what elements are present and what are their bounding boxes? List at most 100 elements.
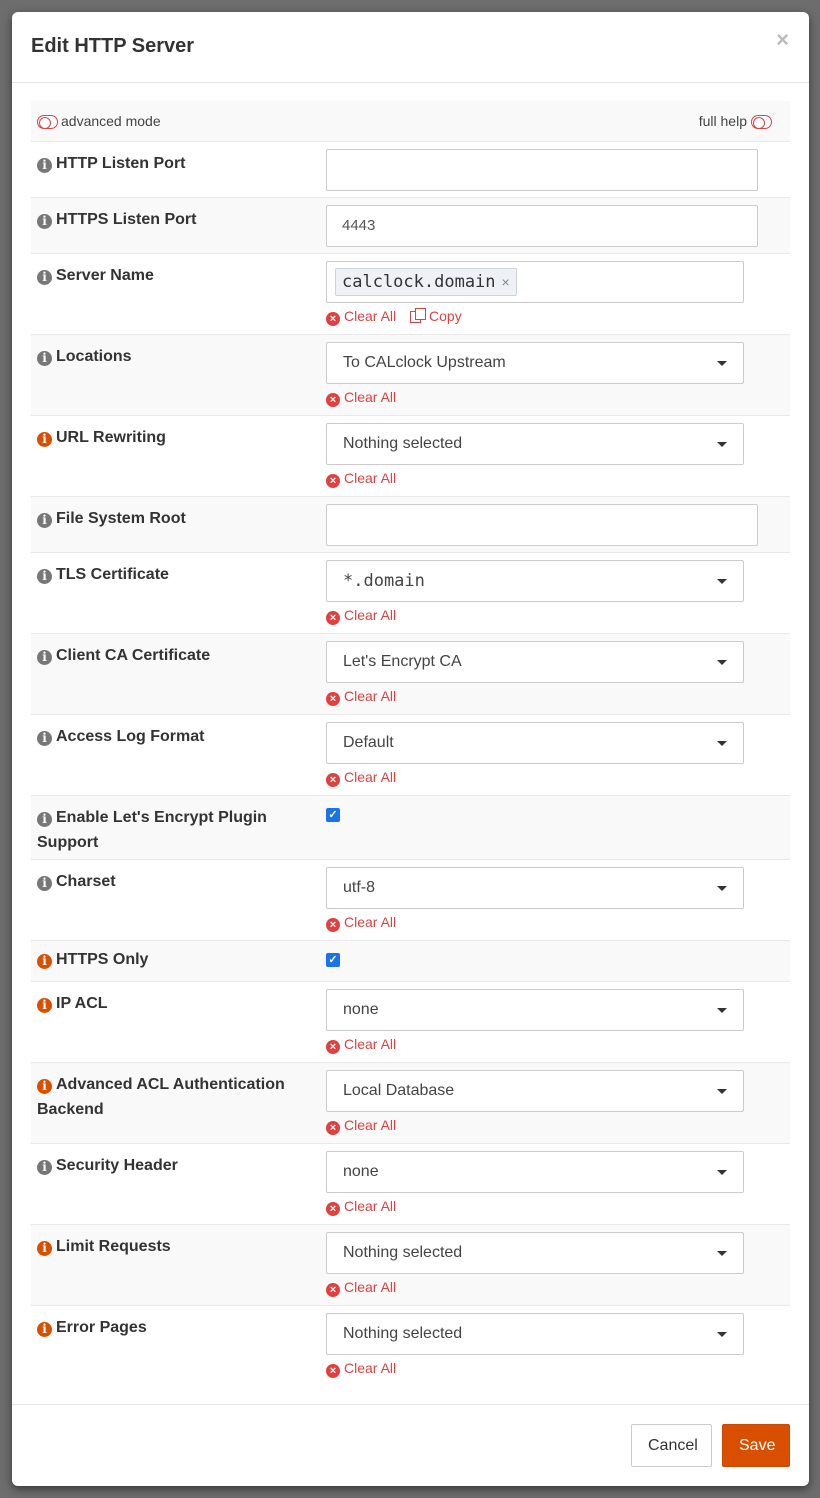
clear-all-link[interactable]: × Clear All (326, 1360, 744, 1378)
info-icon[interactable]: i (37, 998, 52, 1013)
clear-all-link[interactable]: × Clear All (326, 470, 744, 488)
cancel-button[interactable]: Cancel (631, 1424, 712, 1467)
clear-all-link[interactable]: × Clear All (326, 1117, 744, 1135)
row-http-listen-port: i HTTP Listen Port (31, 141, 790, 197)
https-only-checkbox[interactable]: ✓ (326, 953, 340, 967)
url-rewriting-select[interactable]: Nothing selected (326, 423, 744, 465)
info-icon[interactable]: i (37, 731, 52, 746)
info-icon[interactable]: i (37, 1079, 52, 1094)
row-server-name: i Server Name calclock.domain × × Clear All… (31, 253, 790, 334)
advanced-mode-toggle[interactable]: advanced mode (37, 113, 161, 130)
times-circle-icon: × (326, 918, 340, 932)
full-help-toggle[interactable]: full help (698, 113, 772, 130)
row-client-ca-certificate: i Client CA Certificate Let's Encrypt CA … (31, 633, 790, 714)
caret-down-icon (717, 1251, 727, 1256)
info-icon[interactable]: i (37, 1160, 52, 1175)
times-circle-icon: × (326, 773, 340, 787)
clear-all-link[interactable]: × Clear All (326, 769, 744, 787)
clear-all-link[interactable]: × Clear All (326, 607, 744, 625)
server-name-tag: calclock.domain × (335, 268, 517, 296)
caret-down-icon (717, 660, 727, 665)
info-icon[interactable]: i (37, 876, 52, 891)
edit-http-server-modal: Edit HTTP Server × advanced mode full he… (12, 12, 809, 1486)
times-circle-icon: × (326, 393, 340, 407)
row-ip-acl: i IP ACL none × Clear All (31, 981, 790, 1062)
caret-down-icon (717, 1089, 727, 1094)
caret-down-icon (717, 741, 727, 746)
row-https-listen-port: i HTTPS Listen Port 4443 (31, 197, 790, 253)
row-access-log-format: i Access Log Format Default × Clear All (31, 714, 790, 795)
caret-down-icon (717, 361, 727, 366)
field-label: i Client CA Certificate (37, 643, 307, 668)
info-icon[interactable]: i (37, 1241, 52, 1256)
https-listen-port-input[interactable]: 4443 (326, 205, 758, 247)
row-charset: i Charset utf-8 × Clear All (31, 859, 790, 940)
tls-certificate-select[interactable]: *.domain (326, 560, 744, 602)
field-label: i Limit Requests (37, 1234, 307, 1259)
toggle-off-icon[interactable] (37, 115, 58, 130)
field-label: i Error Pages (37, 1315, 307, 1340)
row-security-header: i Security Header none × Clear All (31, 1143, 790, 1224)
info-icon[interactable]: i (37, 513, 52, 528)
clear-all-link[interactable]: × Clear All (326, 914, 744, 932)
modal-footer: Cancel Save (12, 1404, 809, 1486)
info-icon[interactable]: i (37, 158, 52, 173)
security-header-select[interactable]: none (326, 1151, 744, 1193)
info-icon[interactable]: i (37, 270, 52, 285)
info-icon[interactable]: i (37, 650, 52, 665)
close-icon[interactable]: × (776, 27, 789, 53)
info-icon[interactable]: i (37, 432, 52, 447)
field-label: i HTTPS Only (37, 947, 307, 972)
row-error-pages: i Error Pages Nothing selected × Clear All (31, 1305, 790, 1386)
times-circle-icon: × (326, 1364, 340, 1378)
modal-title: Edit HTTP Server (31, 35, 195, 57)
tag-remove-icon[interactable]: × (502, 274, 510, 290)
times-circle-icon: × (326, 1283, 340, 1297)
field-label: i HTTP Listen Port (37, 151, 307, 176)
caret-down-icon (717, 579, 727, 584)
modal-header: Edit HTTP Server × (12, 12, 809, 83)
toggle-off-icon[interactable] (751, 115, 772, 130)
charset-select[interactable]: utf-8 (326, 867, 744, 909)
clear-all-link[interactable]: × Clear All (326, 688, 744, 706)
clear-all-link[interactable]: × Clear All (326, 308, 396, 326)
mode-row: advanced mode full help (31, 101, 790, 141)
clear-all-link[interactable]: × Clear All (326, 1198, 744, 1216)
advanced-acl-select[interactable]: Local Database (326, 1070, 744, 1112)
info-icon[interactable]: i (37, 569, 52, 584)
times-circle-icon: × (326, 611, 340, 625)
server-name-tag-input[interactable]: calclock.domain × (326, 261, 744, 303)
field-label: i File System Root (37, 506, 307, 531)
row-file-system-root: i File System Root (31, 496, 790, 552)
file-system-root-input[interactable] (326, 504, 758, 546)
lets-encrypt-checkbox[interactable]: ✓ (326, 808, 340, 822)
field-label: i Locations (37, 344, 307, 369)
info-icon[interactable]: i (37, 1322, 52, 1337)
access-log-format-select[interactable]: Default (326, 722, 744, 764)
http-listen-port-input[interactable] (326, 149, 758, 191)
copy-link[interactable]: Copy (400, 308, 462, 324)
error-pages-select[interactable]: Nothing selected (326, 1313, 744, 1355)
save-button[interactable]: Save (722, 1424, 790, 1467)
ip-acl-select[interactable]: none (326, 989, 744, 1031)
limit-requests-select[interactable]: Nothing selected (326, 1232, 744, 1274)
clear-all-link[interactable]: × Clear All (326, 389, 744, 407)
clear-all-link[interactable]: × Clear All (326, 1036, 744, 1054)
caret-down-icon (717, 886, 727, 891)
row-url-rewriting: i URL Rewriting Nothing selected × Clear A… (31, 415, 790, 496)
info-icon[interactable]: i (37, 812, 52, 827)
field-label: i Security Header (37, 1153, 307, 1178)
client-ca-certificate-select[interactable]: Let's Encrypt CA (326, 641, 744, 683)
times-circle-icon: × (326, 1202, 340, 1216)
info-icon[interactable]: i (37, 214, 52, 229)
advanced-mode-label: advanced mode (61, 113, 161, 129)
info-icon[interactable]: i (37, 351, 52, 366)
copy-icon (410, 308, 427, 323)
info-icon[interactable]: i (37, 954, 52, 969)
locations-select[interactable]: To CALclock Upstream (326, 342, 744, 384)
clear-all-link[interactable]: × Clear All (326, 1279, 744, 1297)
field-label: i TLS Certificate (37, 562, 307, 587)
row-locations: i Locations To CALclock Upstream × Clear A… (31, 334, 790, 415)
times-circle-icon: × (326, 1040, 340, 1054)
full-help-label: full help (698, 113, 747, 129)
